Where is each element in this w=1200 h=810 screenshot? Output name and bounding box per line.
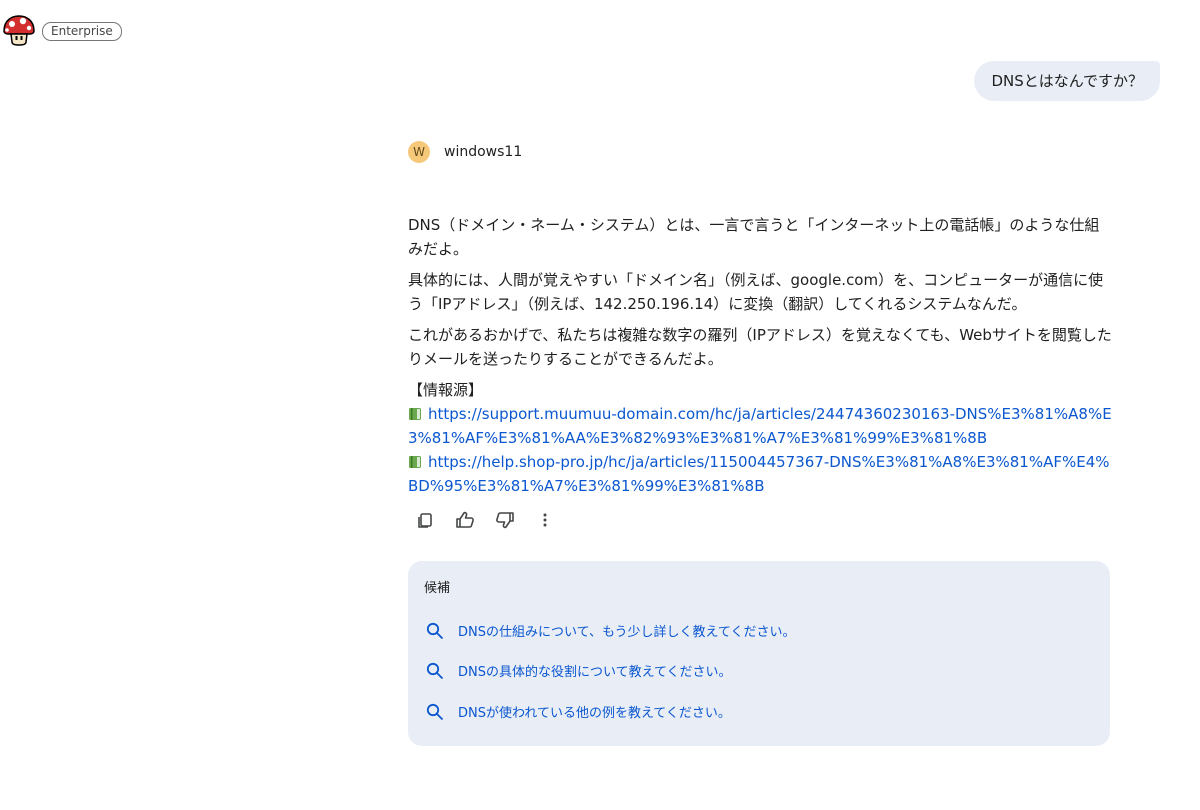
- thumbs-down-button[interactable]: [493, 508, 517, 532]
- chat-page: Enterprise DNSとはなんですか？ W windows11 DNS（ド…: [0, 0, 1200, 810]
- suggestion-item[interactable]: DNSの具体的な役割について教えてください。: [426, 661, 732, 680]
- copy-button[interactable]: [413, 508, 437, 532]
- suggestion-text: DNSの具体的な役割について教えてください。: [458, 665, 732, 680]
- more-options-button[interactable]: [533, 508, 557, 532]
- sources-label: 【情報源】: [408, 381, 484, 399]
- suggestion-item[interactable]: DNSの仕組みについて、もう少し詳しく教えてください。: [426, 621, 796, 640]
- search-icon: [426, 622, 444, 639]
- copy-icon: [418, 513, 432, 528]
- suggestion-text: DNSの仕組みについて、もう少し詳しく教えてください。: [458, 625, 796, 640]
- suggestions-panel: 候補 DNSの仕組みについて、もう少し詳しく教えてください。 DNSの具体的な役…: [408, 561, 1110, 746]
- sources-section: 【情報源】 https://support.muumuu-domain.com/…: [408, 378, 1113, 498]
- user-message-bubble: DNSとはなんですか？: [974, 61, 1160, 101]
- source-link-row: https://help.shop-pro.jp/hc/ja/articles/…: [408, 450, 1113, 498]
- source-link[interactable]: https://help.shop-pro.jp/hc/ja/articles/…: [408, 453, 1110, 495]
- response-paragraph: 具体的には、人間が覚えやすい「ドメイン名」（例えば、google.com）を、コ…: [408, 271, 1104, 313]
- thumbs-down-icon: [496, 512, 514, 529]
- green-book-icon: [409, 456, 421, 468]
- agent-name: windows11: [444, 144, 523, 160]
- enterprise-badge: Enterprise: [42, 22, 122, 41]
- source-link[interactable]: https://support.muumuu-domain.com/hc/ja/…: [408, 405, 1112, 447]
- agent-header: W windows11: [408, 141, 522, 163]
- agent-response: DNS（ドメイン・ネーム・システム）とは、一言で言うと「インターネット上の電話帳…: [408, 213, 1113, 498]
- agent-avatar: W: [408, 141, 430, 163]
- suggestions-title: 候補: [424, 581, 451, 596]
- suggestion-text: DNSが使われている他の例を教えてください。: [458, 706, 731, 721]
- response-actions: [413, 508, 557, 532]
- response-paragraph: DNS（ドメイン・ネーム・システム）とは、一言で言うと「インターネット上の電話帳…: [408, 216, 1100, 258]
- suggestion-item[interactable]: DNSが使われている他の例を教えてください。: [426, 702, 731, 721]
- more-vert-icon: [543, 513, 547, 527]
- green-book-icon: [409, 408, 421, 420]
- search-icon: [426, 703, 444, 720]
- thumbs-up-icon: [456, 511, 474, 528]
- source-link-row: https://support.muumuu-domain.com/hc/ja/…: [408, 402, 1113, 450]
- thumbs-up-button[interactable]: [453, 508, 477, 532]
- mushroom-logo-icon[interactable]: [2, 14, 36, 46]
- response-paragraph: これがあるおかげで、私たちは複雑な数字の羅列（IPアドレス）を覚えなくても、We…: [408, 326, 1112, 368]
- search-icon: [426, 662, 444, 679]
